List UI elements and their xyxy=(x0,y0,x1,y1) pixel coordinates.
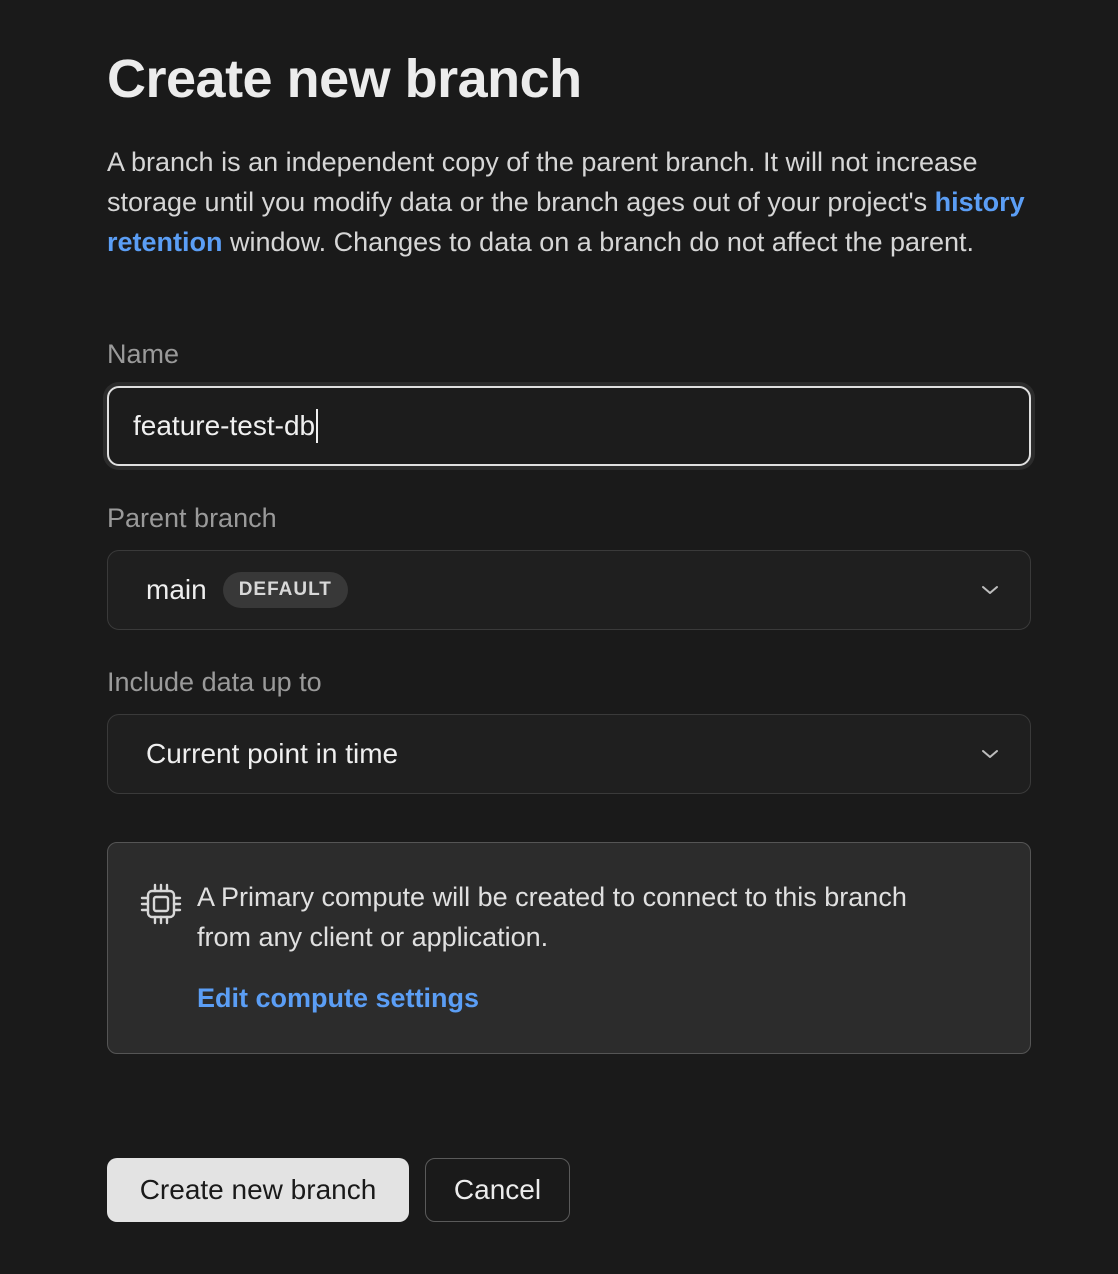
cancel-button[interactable]: Cancel xyxy=(425,1158,570,1222)
include-data-value: Current point in time xyxy=(146,738,399,769)
chevron-down-icon xyxy=(980,744,1000,764)
description-text-start: A branch is an independent copy of the p… xyxy=(107,147,978,217)
description-text-end: window. Changes to data on a branch do n… xyxy=(222,227,975,257)
parent-branch-label: Parent branch xyxy=(107,503,277,533)
chip-icon xyxy=(140,883,182,925)
default-badge: DEFAULT xyxy=(222,572,348,608)
include-data-select[interactable]: Current point in time xyxy=(107,714,1031,794)
description: A branch is an independent copy of the p… xyxy=(107,142,1037,262)
page-title: Create new branch xyxy=(107,49,582,109)
text-caret xyxy=(316,409,319,443)
create-branch-page: Create new branch A branch is an indepen… xyxy=(0,0,1118,1274)
compute-notice: A Primary compute will be created to con… xyxy=(107,842,1031,1054)
parent-branch-select[interactable]: main DEFAULT xyxy=(107,550,1031,630)
name-label: Name xyxy=(107,339,180,369)
compute-notice-text: A Primary compute will be created to con… xyxy=(197,882,907,952)
create-branch-button[interactable]: Create new branch xyxy=(107,1158,409,1222)
include-data-label: Include data up to xyxy=(107,667,322,697)
name-input[interactable]: feature-test-db xyxy=(107,386,1031,466)
edit-compute-settings-link[interactable]: Edit compute settings xyxy=(197,983,479,1014)
name-input-value: feature-test-db xyxy=(133,410,316,441)
parent-branch-value: main xyxy=(146,574,207,605)
chevron-down-icon xyxy=(980,580,1000,600)
